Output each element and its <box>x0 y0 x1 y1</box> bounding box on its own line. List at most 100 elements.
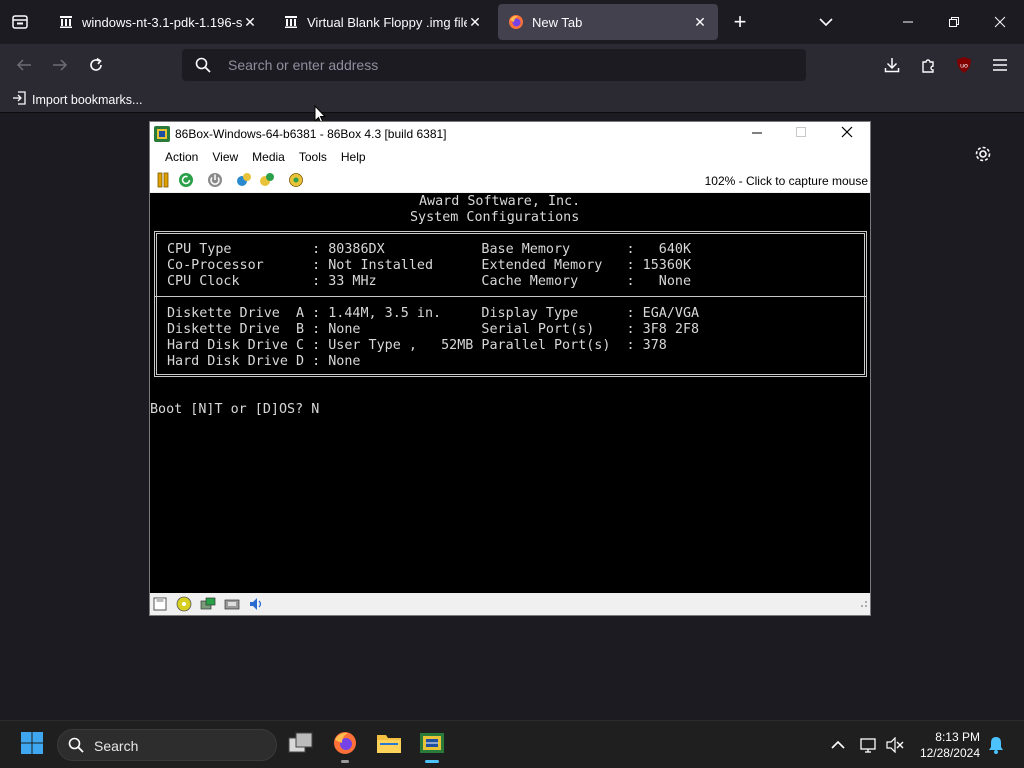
tab-title: New Tab <box>532 14 583 30</box>
show-hidden-icons-chevron-icon[interactable] <box>828 735 848 755</box>
86box-logo-icon <box>419 730 445 761</box>
emulator-title: 86Box-Windows-64-b6381 - 86Box 4.3 [buil… <box>175 127 447 141</box>
close-icon[interactable]: ✕ <box>242 14 258 31</box>
bookmarks-toolbar: Import bookmarks... <box>0 86 1024 113</box>
ublock-origin-icon[interactable]: uo <box>952 53 976 77</box>
pause-icon[interactable] <box>155 172 171 193</box>
extensions-puzzle-icon[interactable] <box>916 53 940 77</box>
restore-icon[interactable] <box>942 10 966 34</box>
browser-nav-bar: Search or enter address uo <box>0 44 1024 86</box>
bios-row: Co-Processor : Not Installed Extended Me… <box>167 258 692 273</box>
menu-tools[interactable]: Tools <box>292 146 334 168</box>
tab-title: windows-nt-3.1-pdk-1.196-sep <box>82 14 242 30</box>
system-clock[interactable]: 8:13 PM 12/28/2024 <box>920 729 980 761</box>
hard-disk-icon[interactable] <box>200 596 216 617</box>
tab-windows-nt[interactable]: windows-nt-3.1-pdk-1.196-sep ✕ <box>48 4 268 40</box>
hard-reset-icon[interactable] <box>236 172 252 193</box>
running-indicator <box>341 760 349 763</box>
search-icon <box>68 737 84 758</box>
minimize-icon[interactable] <box>750 125 766 141</box>
firefox-icon <box>332 730 358 761</box>
taskbar-file-explorer[interactable] <box>371 727 407 763</box>
reset-icon[interactable] <box>207 172 223 193</box>
reload-icon[interactable] <box>84 53 108 77</box>
menu-action[interactable]: Action <box>158 146 205 168</box>
emulator-title-bar[interactable]: 86Box-Windows-64-b6381 - 86Box 4.3 [buil… <box>150 122 870 146</box>
emulator-menu-bar: Action View Media Tools Help <box>150 146 870 168</box>
new-tab-plus-icon[interactable]: + <box>728 9 752 34</box>
clock-date: 12/28/2024 <box>919 746 980 760</box>
hamburger-menu-icon[interactable] <box>988 53 1012 77</box>
search-label: Search <box>94 738 139 754</box>
floppy-drive-icon[interactable] <box>152 596 168 617</box>
resize-grip-icon[interactable] <box>858 595 868 613</box>
menu-view[interactable]: View <box>205 146 245 168</box>
network-monitor-icon[interactable] <box>859 735 879 755</box>
folder-icon <box>376 732 402 759</box>
download-icon[interactable] <box>880 53 904 77</box>
emulator-toolbar: 102% - Click to capture mouse <box>150 168 870 192</box>
capture-status[interactable]: 102% - Click to capture mouse <box>705 174 868 188</box>
windows-taskbar: Search 8:13 PM 12/28/2024 <box>0 720 1024 768</box>
86box-logo-icon <box>154 126 170 145</box>
address-placeholder: Search or enter address <box>228 57 379 73</box>
menu-media[interactable]: Media <box>245 146 292 168</box>
bios-row: Diskette Drive A : 1.44M, 3.5 in. Displa… <box>167 306 700 321</box>
taskbar-firefox[interactable] <box>327 727 363 763</box>
gear-icon[interactable] <box>972 143 994 170</box>
import-bookmarks-button[interactable]: Import bookmarks... <box>12 91 142 108</box>
emulator-status-bar <box>150 593 870 615</box>
boot-prompt: Boot [N]T or [D]OS? N <box>150 402 320 417</box>
bios-row: CPU Clock : 33 MHz Cache Memory : None <box>167 274 692 289</box>
task-view-button[interactable] <box>283 727 319 763</box>
minimize-icon[interactable] <box>896 10 920 34</box>
back-arrow-icon[interactable] <box>12 53 36 77</box>
forward-arrow-icon[interactable] <box>48 53 72 77</box>
tab-new-tab[interactable]: New Tab ✕ <box>498 4 718 40</box>
close-window-icon[interactable] <box>988 10 1012 34</box>
screenshot-icon[interactable] <box>288 172 304 193</box>
ctrl-alt-del-icon[interactable] <box>178 172 194 193</box>
network-icon[interactable] <box>224 596 240 617</box>
search-icon <box>195 57 211 78</box>
cdrom-drive-icon[interactable] <box>176 596 192 617</box>
import-bookmarks-label: Import bookmarks... <box>32 92 143 107</box>
speaker-muted-icon[interactable] <box>885 735 905 755</box>
emulated-screen[interactable]: Award Software, Inc. System Configuratio… <box>150 193 870 593</box>
close-icon[interactable] <box>840 125 856 141</box>
list-all-tabs-chevron-icon[interactable] <box>814 10 838 34</box>
close-icon[interactable]: ✕ <box>467 14 483 31</box>
emulator-window: 86Box-Windows-64-b6381 - 86Box 4.3 [buil… <box>149 121 871 616</box>
archive-org-icon <box>58 14 74 30</box>
notification-bell-icon[interactable] <box>986 735 1006 755</box>
browser-tab-bar: windows-nt-3.1-pdk-1.196-sep ✕ Virtual B… <box>0 0 1024 44</box>
sound-icon[interactable] <box>248 596 264 617</box>
clock-time: 8:13 PM <box>935 730 980 744</box>
firefox-icon <box>508 14 524 30</box>
bios-row: Diskette Drive B : None Serial Port(s) :… <box>167 322 700 337</box>
bios-header-2: System Configurations <box>410 210 580 225</box>
import-icon <box>12 91 26 108</box>
active-indicator <box>425 760 439 763</box>
firefox-view-icon[interactable] <box>8 10 32 34</box>
taskbar-search[interactable]: Search <box>57 729 277 761</box>
settings-icon[interactable] <box>259 172 275 193</box>
task-view-icon <box>288 732 314 759</box>
menu-help[interactable]: Help <box>334 146 373 168</box>
address-bar[interactable]: Search or enter address <box>182 49 806 81</box>
close-icon[interactable]: ✕ <box>692 14 708 31</box>
bios-row: Hard Disk Drive D : None <box>167 354 361 369</box>
bios-header-1: Award Software, Inc. <box>419 194 581 209</box>
bios-row: Hard Disk Drive C : User Type , 52MB Par… <box>167 338 667 353</box>
tab-virtual-floppy[interactable]: Virtual Blank Floppy .img file 1. ✕ <box>273 4 493 40</box>
screen-root: windows-nt-3.1-pdk-1.196-sep ✕ Virtual B… <box>0 0 1024 768</box>
ublock-badge: uo <box>960 62 968 70</box>
start-button[interactable] <box>14 727 50 763</box>
maximize-icon[interactable] <box>794 125 810 141</box>
archive-org-icon <box>283 14 299 30</box>
taskbar-86box[interactable] <box>414 727 450 763</box>
tab-title: Virtual Blank Floppy .img file 1. <box>307 14 467 30</box>
bios-row: CPU Type : 80386DX Base Memory : 640K <box>167 242 692 257</box>
bios-separator <box>154 296 867 297</box>
windows-logo-icon <box>20 731 44 760</box>
